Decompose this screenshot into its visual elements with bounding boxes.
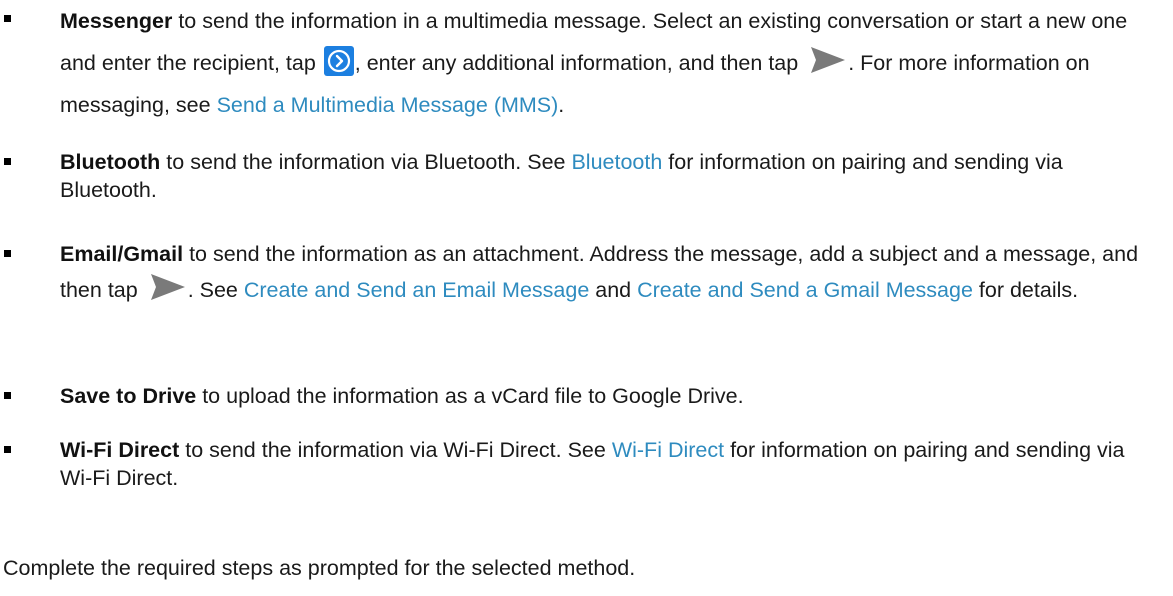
send-arrow-icon [150,273,186,301]
send-arrow-icon [810,46,846,74]
document-page: Messenger to send the information in a m… [0,0,1173,596]
bullet-marker [4,392,11,399]
link-wifi-direct[interactable]: Wi-Fi Direct [612,438,724,462]
chevron-right-circle-icon [323,46,354,76]
bullet-marker [4,250,11,257]
drive-text-1: to upload the information as a vCard fil… [196,384,744,408]
link-send-multimedia-message[interactable]: Send a Multimedia Message (MMS) [217,93,559,117]
closing-paragraph: Complete the required steps as prompted … [3,556,636,580]
list-item-bluetooth: Bluetooth to send the information via Bl… [4,148,1160,204]
email-text-2: . See [187,278,244,302]
term-save-to-drive: Save to Drive [60,384,197,408]
term-messenger: Messenger [60,9,173,33]
messenger-text-4: . [558,93,565,117]
term-bluetooth: Bluetooth [60,150,161,174]
term-email-gmail: Email/Gmail [60,242,184,266]
bullet-marker [4,15,11,22]
list-item-messenger: Messenger to send the information in a m… [4,0,1160,126]
term-wifi-direct: Wi-Fi Direct [60,438,180,462]
link-create-send-gmail[interactable]: Create and Send a Gmail Message [637,278,973,302]
wifi-text-1: to send the information via Wi-Fi Direct… [179,438,612,462]
bluetooth-text-1: to send the information via Bluetooth. S… [160,150,572,174]
list-item-email-gmail: Email/Gmail to send the information as a… [4,236,1160,308]
link-bluetooth[interactable]: Bluetooth [571,150,662,174]
list-item-save-to-drive: Save to Drive to upload the information … [4,382,1160,410]
bullet-marker [4,158,11,165]
link-create-send-email[interactable]: Create and Send an Email Message [244,278,589,302]
email-text-4: for details. [972,278,1079,302]
messenger-text-2: , enter any additional information, and … [354,51,805,75]
list-item-wifi-direct: Wi-Fi Direct to send the information via… [4,436,1160,492]
bullet-marker [4,446,11,453]
email-text-3: and [589,278,638,302]
